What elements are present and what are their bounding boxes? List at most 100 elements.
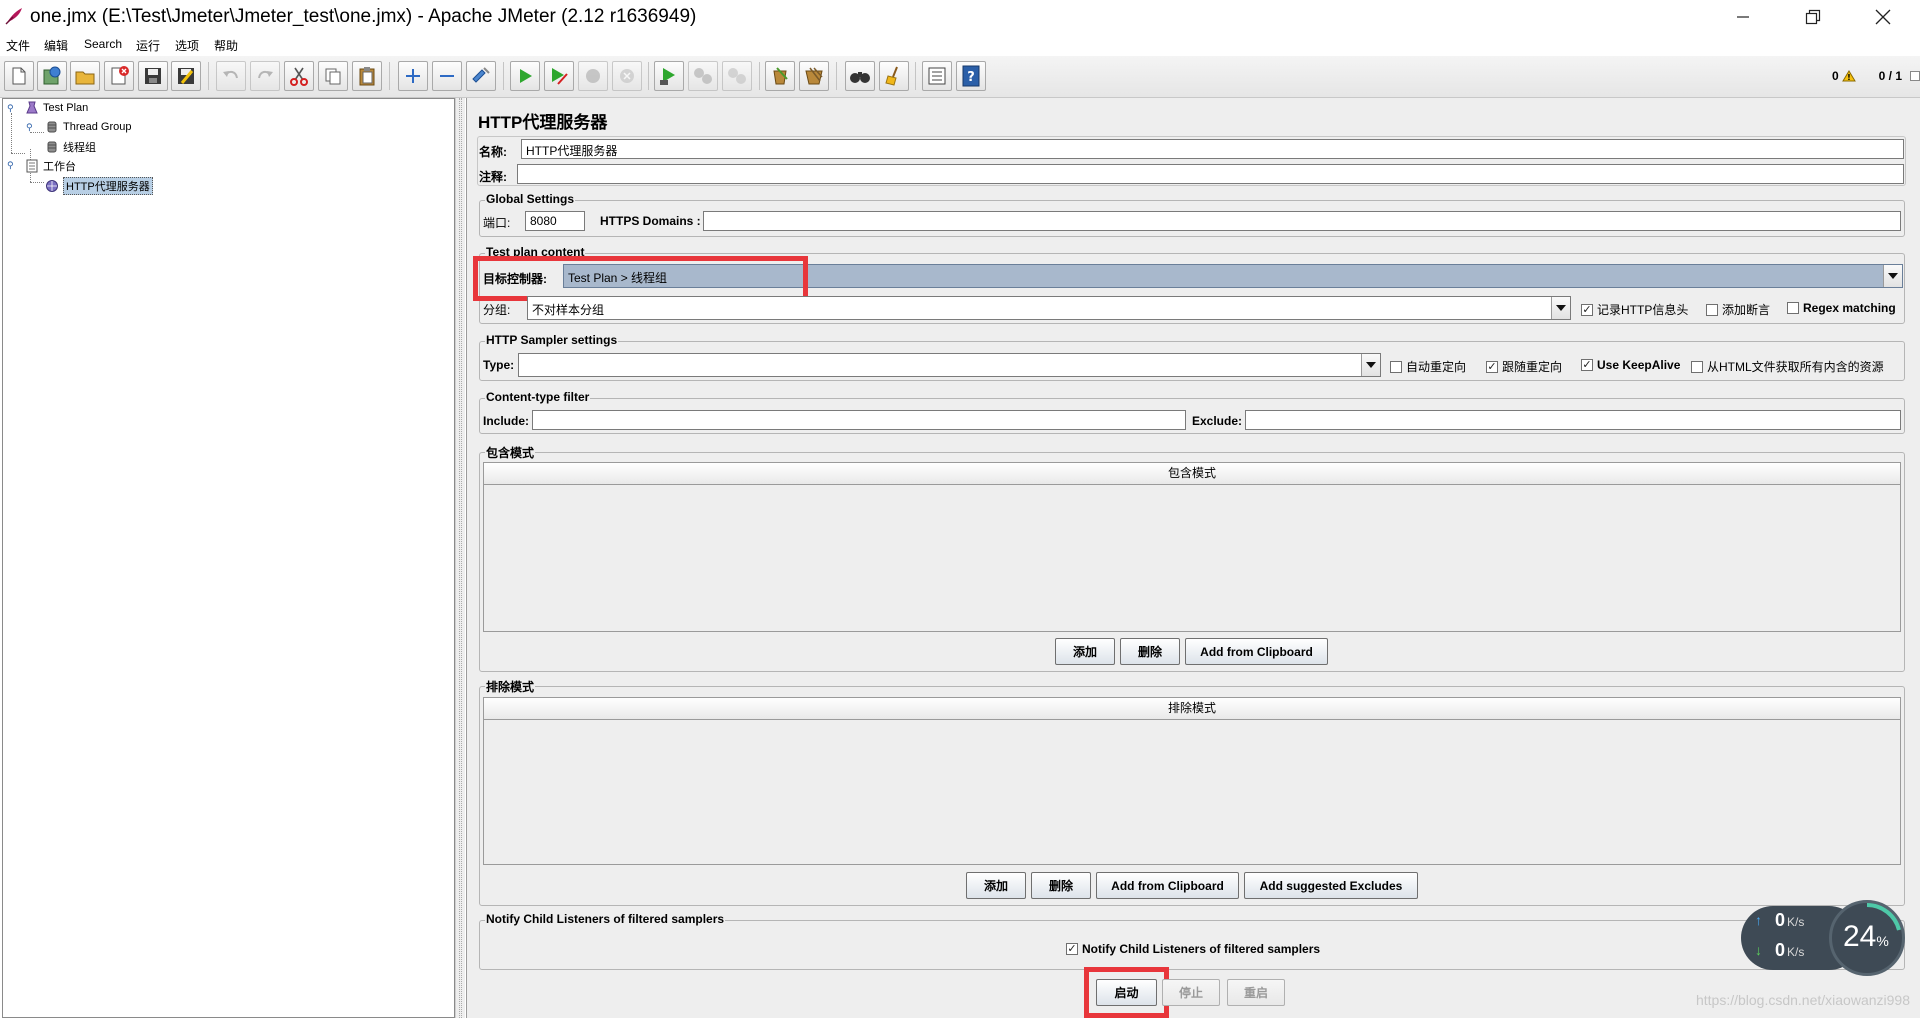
tree-collapse-toggle[interactable]: ⚲ <box>7 161 16 170</box>
restart-proxy-button[interactable]: 重启 <box>1227 979 1285 1006</box>
dropdown-arrow[interactable] <box>1551 297 1570 319</box>
menu-edit[interactable]: 编辑 <box>44 37 68 54</box>
search-button[interactable] <box>845 61 875 91</box>
stop-button[interactable] <box>578 61 608 91</box>
dropdown-arrow[interactable] <box>1361 354 1380 376</box>
name-input[interactable]: HTTP代理服务器 <box>521 139 1904 159</box>
keepalive-label: Use KeepAlive <box>1597 358 1681 372</box>
stop-proxy-button[interactable]: 停止 <box>1162 979 1220 1006</box>
download-arrow-icon: ↓ <box>1755 942 1762 958</box>
tree-collapse-toggle[interactable]: ⚲ <box>7 104 16 113</box>
menu-options[interactable]: 选项 <box>175 37 199 54</box>
sampler-type-select[interactable] <box>518 353 1381 377</box>
new-button[interactable] <box>4 61 34 91</box>
exclude-delete-button[interactable]: 删除 <box>1031 872 1091 899</box>
tree-node-thread-group[interactable]: Thread Group <box>45 120 131 134</box>
clear-all-button[interactable] <box>799 61 829 91</box>
paste-button[interactable] <box>352 61 382 91</box>
retrieve-resources-checkbox[interactable]: 从HTML文件获取所有内含的资源 <box>1691 358 1884 375</box>
templates-button[interactable] <box>37 61 67 91</box>
dropdown-arrow[interactable] <box>1883 265 1902 287</box>
toolbar-separator <box>389 62 390 90</box>
include-patterns-table[interactable]: 包含模式 <box>483 462 1901 632</box>
active-threads-counter: 0 / 1 <box>1878 69 1902 83</box>
menu-search[interactable]: Search <box>84 37 122 51</box>
tree-expand-toggle[interactable]: ⚲ <box>26 123 35 132</box>
split-pane-divider[interactable] <box>455 98 465 1018</box>
regex-matching-checkbox[interactable]: Regex matching <box>1787 301 1896 315</box>
open-button[interactable] <box>70 61 100 91</box>
copy-icon <box>325 68 341 85</box>
toggle-button[interactable] <box>466 61 496 91</box>
include-add-button[interactable]: 添加 <box>1055 638 1115 665</box>
auto-redirect-checkbox[interactable]: 自动重定向 <box>1390 358 1466 375</box>
follow-redirects-label: 跟随重定向 <box>1502 360 1563 374</box>
shutdown-button[interactable] <box>612 61 642 91</box>
help-button[interactable]: ? <box>956 61 986 91</box>
function-helper-button[interactable] <box>922 61 952 91</box>
http-sampler-settings-title: HTTP Sampler settings <box>485 333 619 347</box>
error-counter[interactable]: 0 ! <box>1832 69 1856 83</box>
clear-button[interactable] <box>765 61 795 91</box>
include-filter-input[interactable] <box>532 410 1186 430</box>
start-icon <box>520 69 532 83</box>
https-domains-label: HTTPS Domains : <box>600 214 701 228</box>
exclude-filter-input[interactable] <box>1245 410 1901 430</box>
remote-shutdown-all-button[interactable] <box>722 61 752 91</box>
save-button[interactable] <box>138 61 168 91</box>
tree-node-http-proxy[interactable]: HTTP代理服务器 <box>45 177 153 195</box>
exclude-patterns-column-header[interactable]: 排除模式 <box>484 698 1900 720</box>
tree-node-thread-group-cn[interactable]: 线程组 <box>45 139 96 155</box>
copy-button[interactable] <box>318 61 348 91</box>
collapse-all-button[interactable] <box>432 61 462 91</box>
test-plan-tree[interactable]: ⚲ Test Plan ⚲ Thread Group 线程组 ⚲ 工作台 HTT… <box>2 98 455 1018</box>
start-button[interactable] <box>510 61 540 91</box>
port-input[interactable]: 8080 <box>525 211 585 231</box>
comment-input[interactable] <box>517 164 1904 184</box>
cut-button[interactable] <box>284 61 314 91</box>
tree-node-label: Thread Group <box>63 121 132 133</box>
shutdown-icon <box>620 69 634 83</box>
remote-stop-all-button[interactable] <box>688 61 718 91</box>
auto-redirect-label: 自动重定向 <box>1406 360 1467 374</box>
include-add-from-clipboard-button[interactable]: Add from Clipboard <box>1185 638 1328 665</box>
keepalive-checkbox[interactable]: ✓ Use KeepAlive <box>1581 358 1680 372</box>
retrieve-resources-label: 从HTML文件获取所有内含的资源 <box>1707 360 1884 374</box>
tree-node-test-plan[interactable]: Test Plan <box>25 101 88 115</box>
add-assertions-label: 添加断言 <box>1722 303 1771 317</box>
exclude-add-button[interactable]: 添加 <box>966 872 1026 899</box>
follow-redirects-checkbox[interactable]: ✓ 跟随重定向 <box>1486 358 1562 375</box>
notify-listeners-label: Notify Child Listeners of filtered sampl… <box>1082 942 1321 956</box>
error-count: 0 <box>1831 69 1839 83</box>
close-file-button[interactable] <box>104 61 134 91</box>
minimize-button[interactable] <box>1716 0 1770 34</box>
include-delete-button[interactable]: 删除 <box>1120 638 1180 665</box>
close-window-button[interactable] <box>1856 0 1910 34</box>
menu-file[interactable]: 文件 <box>6 37 30 54</box>
start-no-pauses-button[interactable] <box>544 61 574 91</box>
menu-bar: 文件 编辑 Search 运行 选项 帮助 <box>0 34 1920 56</box>
exclude-patterns-table[interactable]: 排除模式 <box>483 697 1901 865</box>
tree-node-workbench[interactable]: 工作台 <box>25 158 76 174</box>
record-headers-checkbox[interactable]: ✓ 记录HTTP信息头 <box>1581 301 1688 318</box>
record-headers-label: 记录HTTP信息头 <box>1597 303 1689 317</box>
chevron-down-icon <box>1366 362 1376 368</box>
redo-button[interactable] <box>250 61 280 91</box>
expand-all-button[interactable] <box>398 61 428 91</box>
save-as-button[interactable] <box>171 61 201 91</box>
menu-help[interactable]: 帮助 <box>214 37 238 54</box>
remote-start-all-button[interactable] <box>654 61 684 91</box>
undo-button[interactable] <box>216 61 246 91</box>
notify-listeners-checkbox[interactable]: ✓ Notify Child Listeners of filtered sam… <box>1066 942 1320 956</box>
add-suggested-excludes-button[interactable]: Add suggested Excludes <box>1244 872 1418 899</box>
https-domains-input[interactable] <box>703 211 1901 231</box>
restore-button[interactable] <box>1786 0 1840 34</box>
include-patterns-column-header[interactable]: 包含模式 <box>484 463 1900 485</box>
exclude-add-from-clipboard-button[interactable]: Add from Clipboard <box>1096 872 1239 899</box>
add-assertions-checkbox[interactable]: 添加断言 <box>1706 301 1770 318</box>
menu-run[interactable]: 运行 <box>136 37 160 54</box>
reset-search-button[interactable] <box>879 61 909 91</box>
network-speed-widget[interactable]: ↑ 0 K/s ↓ 0 K/s 24% <box>1741 900 1905 976</box>
checkbox-unchecked-icon <box>1787 302 1799 314</box>
grouping-select[interactable]: 不对样本分组 <box>527 296 1571 320</box>
